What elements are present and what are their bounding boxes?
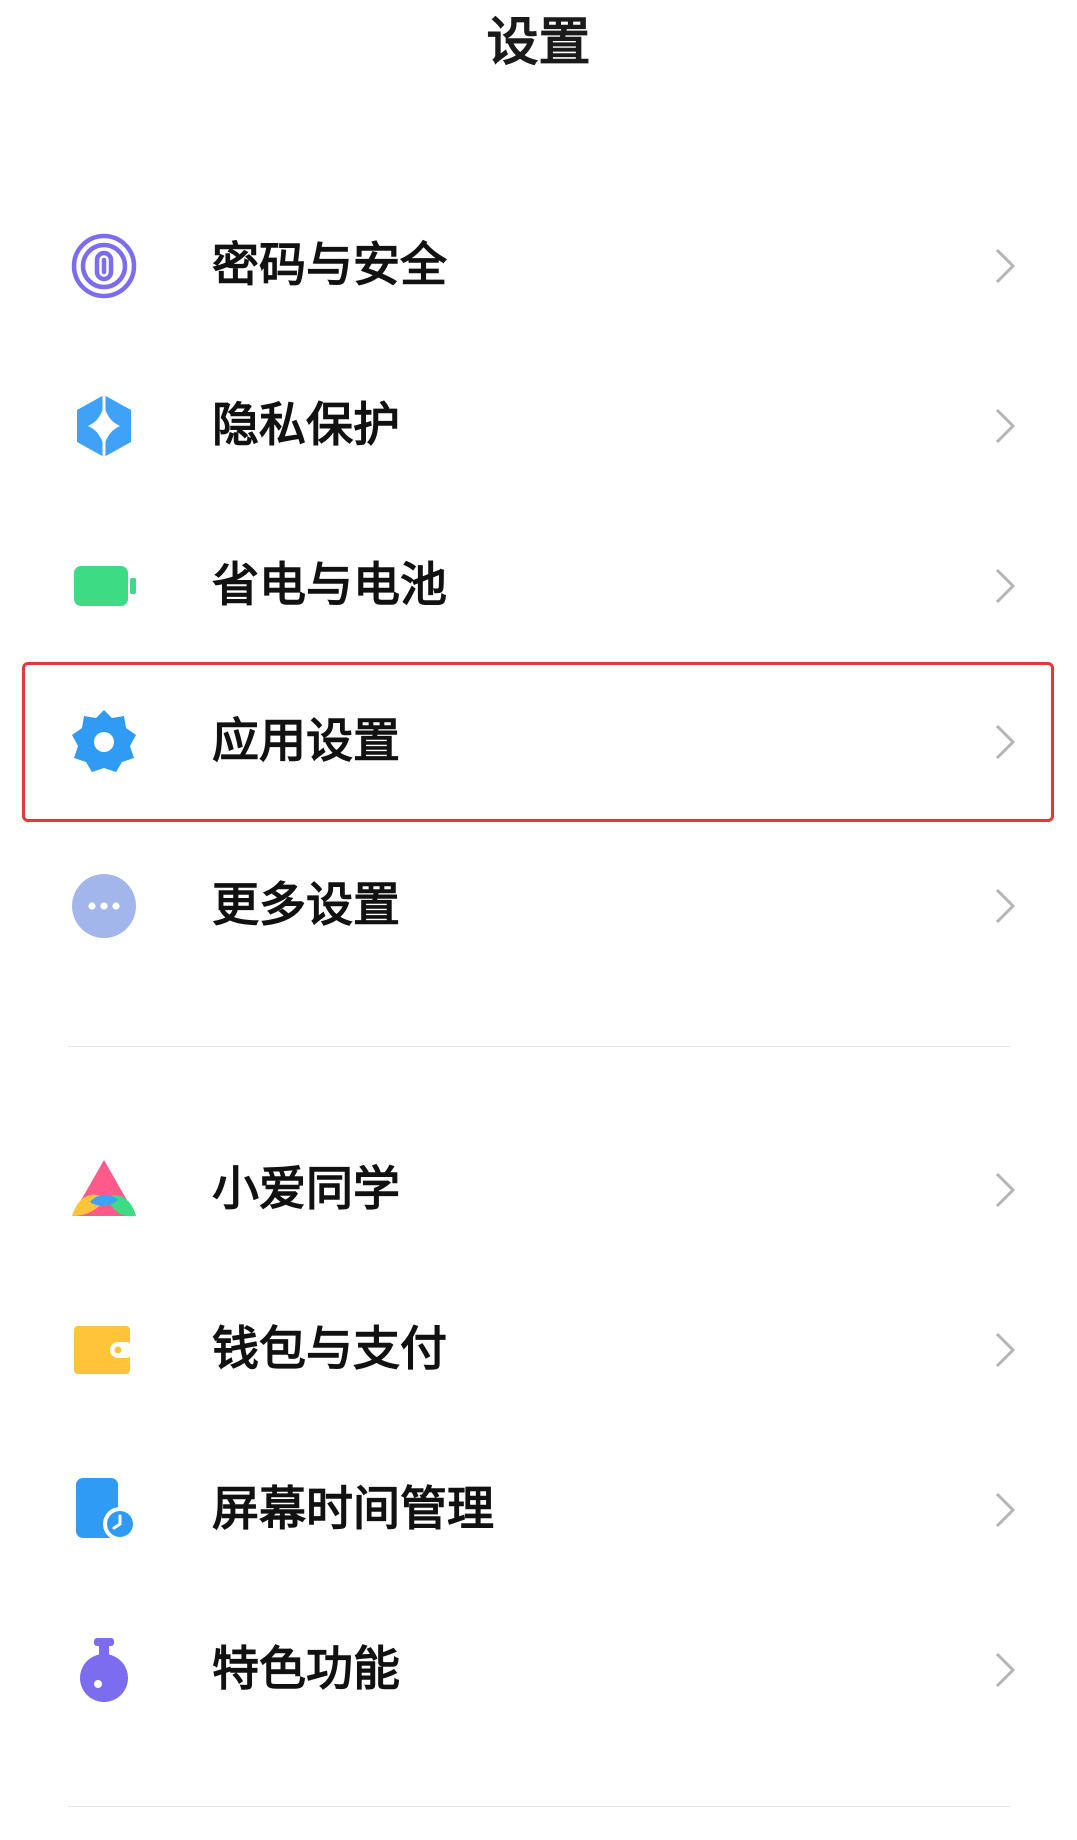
screen-time-icon <box>70 1476 138 1544</box>
settings-item-label: 屏幕时间管理 <box>212 1482 494 1537</box>
settings-item-password-security[interactable]: 密码与安全 <box>0 186 1077 346</box>
settings-item-privacy[interactable]: 隐私保护 <box>0 346 1077 506</box>
chevron-right-icon <box>983 884 1027 928</box>
chevron-right-icon <box>983 1648 1027 1692</box>
chevron-right-icon <box>983 244 1027 288</box>
settings-item-more-settings[interactable]: 更多设置 <box>0 826 1077 986</box>
feature-flask-icon <box>70 1636 138 1704</box>
chevron-right-icon <box>983 1168 1027 1212</box>
privacy-shield-icon <box>70 392 138 460</box>
settings-item-label: 钱包与支付 <box>212 1322 447 1377</box>
page-title: 设置 <box>486 13 591 73</box>
chevron-right-icon <box>983 1488 1027 1532</box>
chevron-right-icon <box>983 404 1027 448</box>
settings-item-battery[interactable]: 省电与电池 <box>0 506 1077 666</box>
chevron-right-icon <box>983 564 1027 608</box>
more-dots-icon <box>70 872 138 940</box>
settings-item-label: 隐私保护 <box>212 398 400 453</box>
settings-item-features[interactable]: 特色功能 <box>0 1590 1077 1750</box>
settings-item-xiaoai[interactable]: 小爱同学 <box>0 1110 1077 1270</box>
settings-item-label: 小爱同学 <box>212 1162 400 1217</box>
section-divider <box>68 1806 1010 1807</box>
settings-item-label: 密码与安全 <box>212 238 447 293</box>
section-divider <box>68 1046 1010 1047</box>
fingerprint-icon <box>70 232 138 300</box>
settings-item-label: 更多设置 <box>212 878 400 933</box>
settings-item-label: 特色功能 <box>212 1642 400 1697</box>
settings-item-screen-time[interactable]: 屏幕时间管理 <box>0 1430 1077 1590</box>
xiaoai-icon <box>70 1156 138 1224</box>
chevron-right-icon <box>983 1328 1027 1372</box>
battery-icon <box>70 552 138 620</box>
settings-item-label: 省电与电池 <box>212 558 447 613</box>
highlight-box <box>22 662 1054 822</box>
wallet-icon <box>70 1316 138 1384</box>
settings-item-wallet[interactable]: 钱包与支付 <box>0 1270 1077 1430</box>
